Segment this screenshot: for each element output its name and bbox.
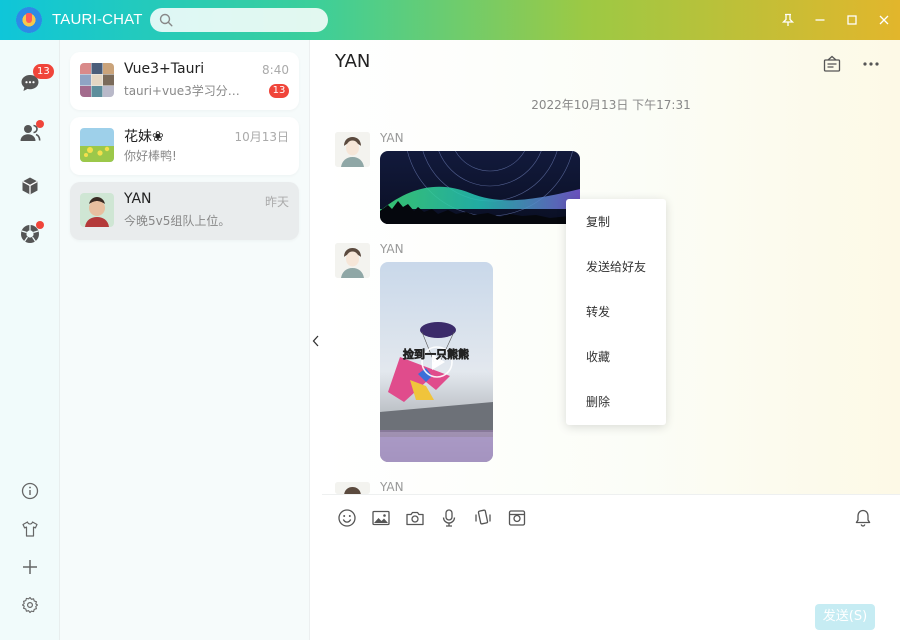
app-title: TAURI-CHAT (52, 11, 143, 28)
bell-icon (855, 509, 871, 527)
nav-item-chats[interactable]: 13 (17, 64, 54, 96)
collapse-list-button[interactable] (310, 292, 322, 390)
conversation-item-active[interactable]: YAN 昨天 今晚5v5组队上位。 (70, 182, 299, 240)
plus-icon (23, 560, 37, 574)
contact-avatar (80, 193, 114, 227)
menu-item-forward[interactable]: 转发 (566, 294, 666, 330)
announcement-button[interactable] (820, 52, 844, 76)
menu-item-delete[interactable]: 删除 (566, 384, 666, 420)
message-composer: 发送(S) (322, 494, 900, 640)
maximize-button[interactable] (838, 6, 866, 34)
notice-board-icon (823, 55, 841, 72)
search-box[interactable] (150, 8, 328, 32)
conversation-time: 8:40 (262, 63, 289, 77)
nav-item-moments[interactable] (17, 221, 44, 247)
contacts-notification-dot (36, 120, 44, 128)
more-options-button[interactable] (859, 52, 883, 76)
conversation-item[interactable]: 花妹❀ 10月13日 你好棒鸭! (70, 117, 299, 175)
nav-item-settings[interactable] (17, 592, 43, 618)
conversation-time: 10月13日 (234, 130, 289, 144)
title-bar: TAURI-CHAT (0, 0, 900, 40)
conversation-list: Vue3+Tauri 8:40 tauri+vue3学习分享… 13 花妹❀ 1… (60, 40, 310, 640)
conversation-preview: tauri+vue3学习分享… (124, 84, 249, 98)
date-separator: 2022年10月13日 下午17:31 (531, 98, 691, 112)
pin-icon (781, 13, 795, 26)
side-nav: 13 (0, 40, 60, 640)
video-caption: 捡到一只熊熊 (403, 347, 469, 361)
search-icon (159, 13, 173, 27)
group-avatar (80, 63, 114, 97)
sender-avatar[interactable] (335, 243, 370, 278)
message-input[interactable] (336, 537, 886, 597)
chat-unread-badge: 13 (33, 64, 54, 79)
nav-item-about[interactable] (17, 478, 43, 504)
conversation-preview: 你好棒鸭! (124, 149, 177, 163)
camera-button[interactable] (403, 506, 427, 530)
shake-icon (475, 509, 491, 525)
moments-notification-dot (36, 221, 44, 229)
menu-item-send-to-friend[interactable]: 发送给好友 (566, 249, 666, 285)
aurora-image-message[interactable] (380, 151, 580, 224)
close-button[interactable] (870, 6, 898, 34)
conversation-name: 花妹❀ (124, 129, 164, 145)
screenshot-icon (508, 510, 526, 526)
emoji-button[interactable] (335, 506, 359, 530)
context-menu: 复制 发送给好友 转发 收藏 删除 (566, 199, 666, 425)
notification-button[interactable] (851, 506, 875, 530)
search-input[interactable] (180, 11, 320, 29)
send-button[interactable]: 发送(S) (815, 604, 875, 630)
unread-badge: 13 (269, 84, 289, 98)
shake-button[interactable] (471, 506, 495, 530)
sender-avatar[interactable] (335, 132, 370, 167)
nav-item-apps[interactable] (17, 173, 43, 199)
cube-icon (22, 177, 38, 195)
camera-icon (406, 511, 424, 526)
more-horizontal-icon (863, 62, 879, 66)
nav-item-add[interactable] (17, 554, 43, 580)
pin-button[interactable] (774, 6, 802, 34)
screenshot-button[interactable] (505, 506, 529, 530)
sender-name: YAN (380, 242, 404, 256)
microphone-icon (442, 509, 456, 527)
voice-button[interactable] (437, 506, 461, 530)
menu-item-favorite[interactable]: 收藏 (566, 339, 666, 375)
conversation-name: YAN (124, 191, 152, 207)
contact-avatar (80, 128, 114, 162)
conversation-item[interactable]: Vue3+Tauri 8:40 tauri+vue3学习分享… 13 (70, 52, 299, 110)
nav-item-skin[interactable] (17, 516, 43, 542)
chat-title: YAN (335, 51, 371, 72)
app-logo (16, 7, 42, 33)
image-button[interactable] (369, 506, 393, 530)
minimize-button[interactable] (806, 6, 834, 34)
image-icon (372, 510, 390, 526)
settings-icon (21, 596, 39, 614)
sender-name: YAN (380, 131, 404, 145)
menu-item-copy[interactable]: 复制 (566, 204, 666, 240)
conversation-preview: 今晚5v5组队上位。 (124, 214, 231, 228)
chevron-left-icon (312, 335, 319, 347)
conversation-time: 昨天 (264, 195, 289, 209)
sender-avatar[interactable] (335, 482, 370, 494)
conversation-name: Vue3+Tauri (124, 61, 205, 77)
close-icon (879, 15, 889, 25)
sender-name: YAN (380, 480, 404, 494)
nav-item-contacts[interactable] (17, 120, 44, 146)
emoji-icon (338, 509, 356, 527)
tshirt-icon (22, 521, 38, 537)
minimize-icon (815, 19, 825, 21)
info-icon (21, 482, 39, 500)
maximize-icon (847, 15, 857, 25)
video-message[interactable]: 捡到一只熊熊 (380, 262, 493, 462)
